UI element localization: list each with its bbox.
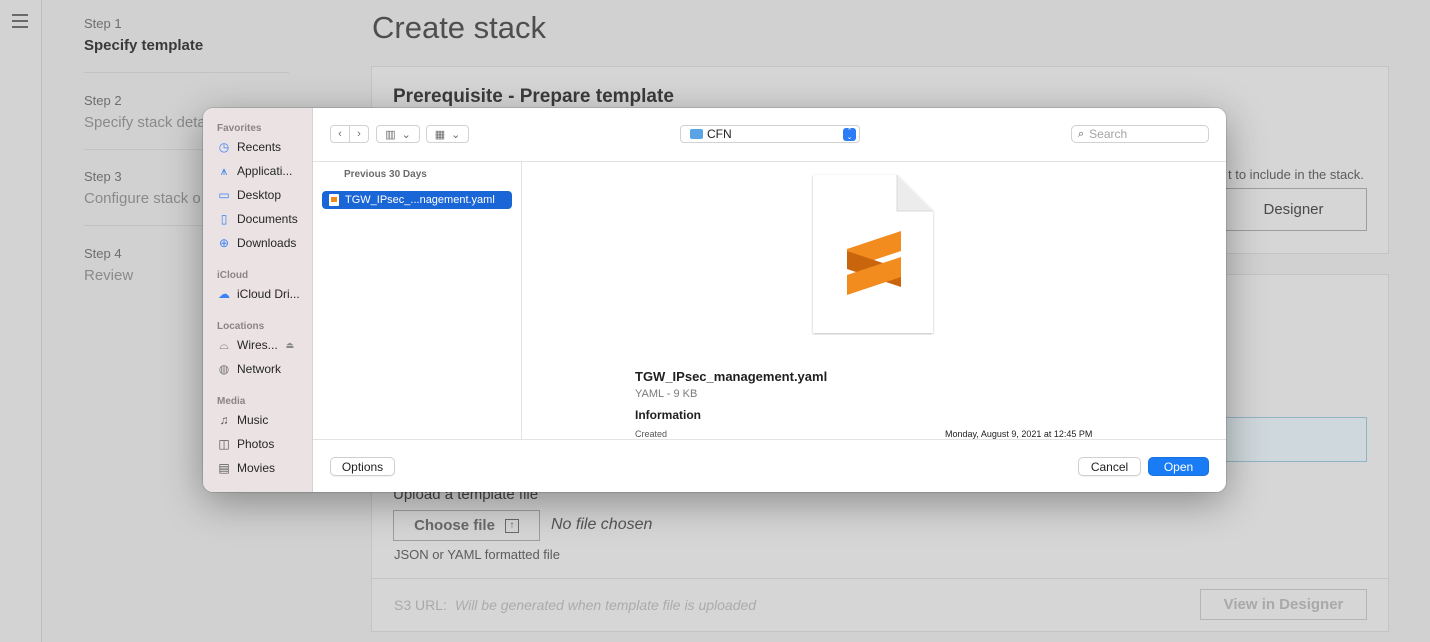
eject-icon[interactable]: ⏏ bbox=[286, 340, 295, 351]
sidebar-section-locations: Locations bbox=[217, 321, 265, 332]
globe-icon: ◍ bbox=[218, 362, 230, 376]
up-down-chevron-icon: ⌃ ⌄ bbox=[843, 128, 856, 141]
search-placeholder: Search bbox=[1089, 127, 1128, 141]
chevron-left-icon: ‹ bbox=[338, 128, 342, 140]
sidebar-item-label: Wires... bbox=[237, 338, 278, 352]
preview-created-value: Monday, August 9, 2021 at 12:45 PM bbox=[945, 429, 1093, 439]
file-name: TGW_IPsec_...nagement.yaml bbox=[345, 194, 495, 206]
sidebar-item-label: Recents bbox=[237, 140, 282, 154]
divider bbox=[372, 578, 1388, 579]
hamburger-menu-icon[interactable] bbox=[12, 14, 28, 28]
music-icon: ♫ bbox=[219, 413, 229, 427]
view-in-designer-button[interactable]: View in Designer bbox=[1200, 589, 1367, 620]
view-mode-button[interactable]: ▥ ⌄ bbox=[376, 125, 420, 143]
group-by-button[interactable]: ▦ ⌄ bbox=[426, 125, 469, 143]
dialog-footer: Options Cancel Open bbox=[313, 439, 1226, 492]
sublime-document-icon bbox=[813, 175, 933, 333]
sidebar-section-media: Media bbox=[217, 396, 246, 407]
cancel-label: Cancel bbox=[1090, 459, 1129, 474]
prereq-title: Prerequisite - Prepare template bbox=[393, 86, 674, 107]
s3-url-value: Will be generated when template file is … bbox=[455, 597, 757, 613]
sidebar-item-label: Documents bbox=[237, 212, 298, 226]
download-icon: ⊕ bbox=[218, 236, 230, 250]
dialog-toolbar: ‹ › ▥ ⌄ ▦ ⌄ CFN ⌃ ⌄ ⌕ Search bbox=[313, 108, 1226, 162]
options-button[interactable]: Options bbox=[330, 457, 395, 476]
finder-sidebar: Favorites ◷ Recents ⩚ Applicati... ▭ Deskto… bbox=[203, 108, 313, 492]
preview-pane: TGW_IPsec_management.yaml YAML - 9 KB In… bbox=[522, 162, 1226, 439]
step-number: Step 2 bbox=[84, 93, 122, 108]
view-in-designer-label: View in Designer bbox=[1223, 596, 1344, 613]
film-icon: ▤ bbox=[218, 461, 230, 475]
group-header: Previous 30 Days bbox=[344, 169, 427, 180]
sidebar-section-icloud: iCloud bbox=[217, 270, 249, 281]
page-title: Create stack bbox=[372, 10, 547, 45]
applications-icon: ⩚ bbox=[220, 163, 228, 178]
sidebar-item-documents[interactable]: ▯ Documents bbox=[217, 209, 309, 229]
clock-icon: ◷ bbox=[218, 140, 230, 154]
no-file-chosen: No file chosen bbox=[551, 516, 653, 533]
cancel-button[interactable]: Cancel bbox=[1078, 457, 1141, 476]
location-popup[interactable]: CFN ⌃ ⌄ bbox=[680, 125, 860, 143]
step-1[interactable]: Step 1 Specify template bbox=[84, 16, 294, 54]
sidebar-item-photos[interactable]: ◫ Photos bbox=[217, 434, 309, 454]
cloud-icon: ☁ bbox=[218, 287, 230, 301]
choose-file-button[interactable]: Choose file ↑ bbox=[393, 510, 540, 541]
preview-info-heading: Information bbox=[635, 408, 701, 422]
designer-button-label: Designer bbox=[1263, 201, 1324, 218]
desktop-icon: ▭ bbox=[218, 188, 230, 202]
sidebar-item-recents[interactable]: ◷ Recents bbox=[217, 137, 309, 157]
search-icon: ⌕ bbox=[1078, 127, 1085, 140]
camera-icon: ◫ bbox=[218, 437, 230, 451]
forward-button[interactable]: › bbox=[349, 125, 369, 143]
file-list-column: Previous 30 Days TGW_IPsec_...nagement.y… bbox=[313, 162, 522, 439]
sidebar-item-desktop[interactable]: ▭ Desktop bbox=[217, 185, 309, 205]
chevron-down-icon: ⌄ bbox=[401, 128, 411, 141]
file-row-selected[interactable]: TGW_IPsec_...nagement.yaml bbox=[322, 191, 512, 209]
sidebar-item-icloud-drive[interactable]: ☁ iCloud Dri... bbox=[217, 284, 309, 304]
options-label: Options bbox=[341, 459, 384, 474]
left-nav-rail bbox=[0, 0, 42, 642]
sidebar-item-label: Downloads bbox=[237, 236, 297, 250]
preview-file-meta: YAML - 9 KB bbox=[635, 388, 698, 400]
sidebar-item-music[interactable]: ♫ Music bbox=[217, 410, 309, 430]
chevron-down-icon: ⌄ bbox=[451, 128, 461, 141]
grid-icon: ▦ bbox=[434, 128, 446, 141]
divider bbox=[84, 72, 289, 73]
step-number: Step 1 bbox=[84, 16, 122, 31]
sidebar-item-applications[interactable]: ⩚ Applicati... bbox=[217, 161, 309, 181]
search-field[interactable]: ⌕ Search bbox=[1071, 125, 1209, 143]
yaml-file-icon bbox=[329, 194, 339, 206]
folder-icon bbox=[690, 129, 703, 139]
sidebar-item-downloads[interactable]: ⊕ Downloads bbox=[217, 233, 309, 253]
step-label: Specify template bbox=[84, 37, 204, 54]
back-button[interactable]: ‹ bbox=[330, 125, 350, 143]
sidebar-item-label: Applicati... bbox=[237, 164, 293, 178]
s3-url-label: S3 URL: bbox=[394, 597, 447, 613]
sidebar-item-label: Network bbox=[237, 362, 282, 376]
choose-file-label: Choose file bbox=[414, 517, 495, 534]
preview-created-label: Created bbox=[635, 429, 668, 439]
sidebar-item-wireshark[interactable]: ⌓ Wires... ⏏ bbox=[217, 335, 309, 355]
open-label: Open bbox=[1163, 459, 1194, 474]
columns-view-icon: ▥ bbox=[385, 128, 396, 141]
chevron-right-icon: › bbox=[357, 128, 361, 140]
sidebar-item-label: Music bbox=[237, 413, 269, 427]
sidebar-item-label: Photos bbox=[237, 437, 275, 451]
sidebar-item-label: Movies bbox=[237, 461, 276, 475]
format-hint: JSON or YAML formatted file bbox=[394, 547, 560, 562]
sidebar-item-label: iCloud Dri... bbox=[237, 287, 300, 301]
sidebar-item-network[interactable]: ◍ Network bbox=[217, 359, 309, 379]
sidebar-item-movies[interactable]: ▤ Movies bbox=[217, 458, 309, 478]
document-icon: ▯ bbox=[220, 212, 228, 226]
upload-icon: ↑ bbox=[504, 518, 519, 533]
open-file-dialog: Favorites ◷ Recents ⩚ Applicati... ▭ Deskto… bbox=[203, 108, 1226, 492]
sidebar-section-favorites: Favorites bbox=[217, 123, 262, 134]
location-label: CFN bbox=[707, 127, 732, 141]
prereq-hint: t to include in the stack. bbox=[1228, 167, 1364, 182]
preview-file-name: TGW_IPsec_management.yaml bbox=[635, 369, 828, 384]
sidebar-item-label: Desktop bbox=[237, 188, 282, 202]
drive-icon: ⌓ bbox=[219, 337, 229, 352]
open-button[interactable]: Open bbox=[1148, 457, 1209, 476]
